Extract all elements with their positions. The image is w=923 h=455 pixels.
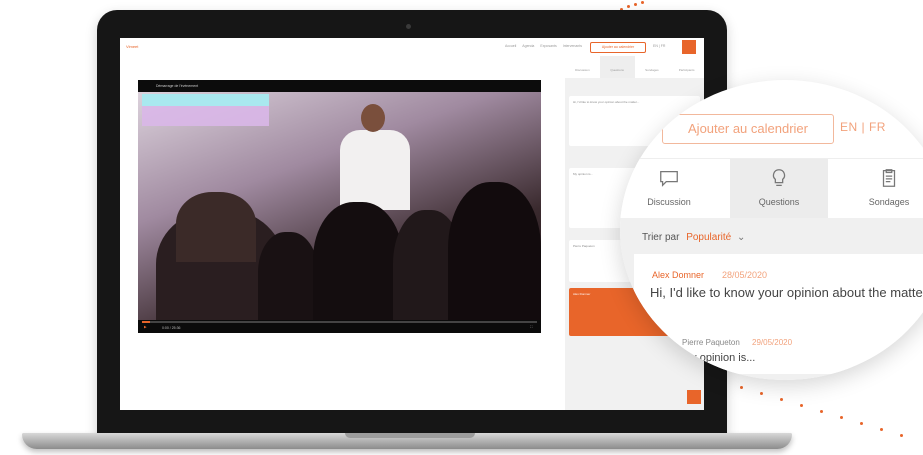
brand-logo[interactable]: Vimeet [126, 44, 138, 49]
side-tab-questions[interactable]: Questions [599, 56, 635, 78]
video-frame [138, 92, 541, 330]
video-progress-bar[interactable] [142, 321, 537, 323]
zoom-magnifier: Ajouter au calendrier EN | FR Discussion… [620, 80, 923, 380]
reply-author: Pierre Paqueton [682, 338, 740, 347]
menu-button[interactable] [682, 40, 696, 54]
language-switch[interactable]: EN | FR [840, 120, 886, 134]
tab-discussion[interactable]: Discussion [620, 159, 718, 219]
language-switch-small[interactable]: EN | FR [653, 44, 665, 48]
tab-label: Discussion [647, 197, 691, 207]
video-title: Démarrage de l'événement [156, 84, 199, 88]
sort-value[interactable]: Popularité [686, 232, 731, 243]
video-controls: ▶ 0:00 / 25:36 ⛶ [138, 320, 541, 333]
app-topbar: Vimeet Accueil Agenda Exposants Interven… [120, 38, 704, 56]
question-date: 28/05/2020 [722, 270, 768, 280]
video-header: Démarrage de l'événement [138, 80, 541, 92]
tab-sondages[interactable]: Sondages [840, 159, 923, 219]
speaker-figure [340, 130, 410, 210]
reply-date: 29/05/2020 [752, 338, 793, 347]
fullscreen-icon[interactable]: ⛶ [530, 325, 532, 329]
nav-item[interactable]: Accueil [505, 44, 516, 48]
sort-label: Trier par [642, 232, 680, 243]
clipboard-icon [882, 169, 896, 187]
tab-label: Questions [758, 197, 800, 207]
nav-item[interactable]: Exposants [540, 44, 556, 48]
webcam-icon [406, 24, 411, 29]
tab-label: Sondages [868, 197, 910, 207]
questions-panel: Trier par Popularité ⌄ Alex Domner 28/05… [620, 218, 923, 380]
chat-bubble-icon [660, 170, 678, 187]
speaker-head [361, 104, 385, 132]
chevron-down-icon[interactable]: ⌄ [737, 232, 745, 243]
question-text: Hi, I'd like to know your opinion about … [650, 285, 923, 300]
nav-item[interactable]: Intervenants [563, 44, 582, 48]
main-nav: Accueil Agenda Exposants Intervenants [505, 44, 582, 48]
side-card-text: Hi, I'd like to know your opinion about … [573, 100, 640, 104]
side-tab-sondages[interactable]: Sondages [635, 56, 670, 78]
reply-text: My opinion is... [682, 352, 756, 364]
video-time: 0:00 / 25:36 [162, 326, 181, 330]
video-overlay-subbanner [142, 106, 269, 126]
sort-control[interactable]: Trier par Popularité ⌄ [642, 232, 745, 243]
laptop-notch [345, 433, 475, 438]
side-tabs: Discussion Questions Sondages Participan… [565, 56, 704, 78]
lightbulb-icon [772, 169, 786, 186]
question-card[interactable]: Alex Domner 28/05/2020 Hi, I'd like to k… [634, 254, 923, 374]
add-to-calendar-button[interactable]: Ajouter au calendrier [662, 114, 834, 144]
nav-item[interactable]: Agenda [522, 44, 534, 48]
question-author: Alex Domner [652, 270, 705, 280]
panel-tabs: Discussion Questions Sondages [620, 158, 923, 219]
side-tab-participants[interactable]: Participants [669, 56, 704, 78]
tab-questions[interactable]: Questions [730, 159, 828, 219]
video-player[interactable]: Démarrage de l'événement ▶ 0:00 / 25:36 … [138, 80, 541, 333]
video-overlay-banner [142, 94, 269, 106]
add-to-calendar-button-small[interactable]: Ajouter au calendrier [590, 42, 646, 53]
side-tab-discussion[interactable]: Discussion [565, 56, 600, 78]
send-button[interactable] [687, 390, 701, 404]
play-icon[interactable]: ▶ [144, 325, 147, 329]
laptop-screen: Vimeet Accueil Agenda Exposants Interven… [120, 38, 704, 410]
